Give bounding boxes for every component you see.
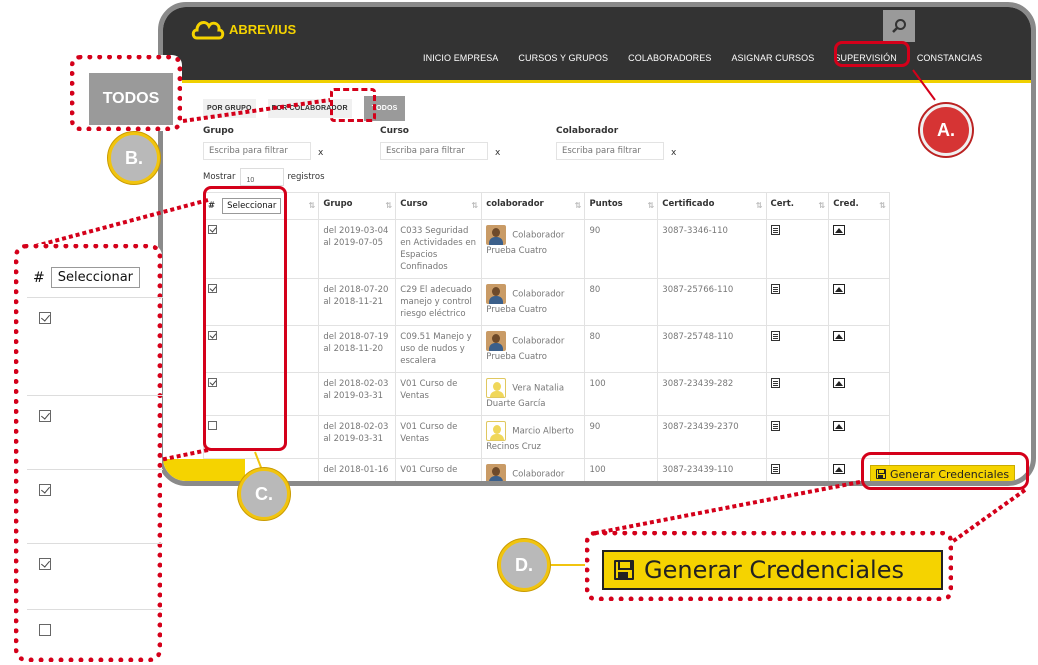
zoom-generar-label: Generar Credenciales — [644, 556, 904, 584]
callout-c: C. — [238, 468, 290, 520]
zoom-generar-panel: Generar Credenciales — [585, 531, 953, 601]
zoom-generar-button: Generar Credenciales — [602, 550, 943, 590]
save-icon — [614, 560, 634, 580]
zoom-hash-label: # — [33, 269, 45, 286]
zoom-checkbox-unchecked — [39, 624, 51, 636]
zoom-todos-panel: TODOS — [70, 55, 182, 131]
zoom-checkbox-checked — [39, 312, 51, 324]
zoom-row — [27, 609, 163, 659]
zoom-checkbox-checked — [39, 484, 51, 496]
zoom-row — [27, 543, 163, 609]
callout-a: A. — [920, 104, 972, 156]
highlight-todos — [330, 88, 376, 122]
zoom-select-panel: # Seleccionar — [14, 244, 163, 662]
zoom-row — [27, 469, 163, 543]
zoom-select-header: # Seleccionar — [33, 267, 141, 288]
callout-d: D. — [498, 539, 550, 591]
zoom-row — [27, 395, 163, 469]
highlight-select-column — [203, 186, 287, 451]
highlight-generar-button — [861, 452, 1029, 490]
zoom-select-button: Seleccionar — [50, 267, 141, 288]
callout-b: B. — [108, 132, 160, 184]
zoom-checkbox-checked — [39, 558, 51, 570]
highlight-constancias — [834, 41, 910, 67]
zoom-checkbox-checked — [39, 410, 51, 422]
zoom-todos-button: TODOS — [89, 73, 173, 125]
zoom-row — [27, 297, 163, 395]
